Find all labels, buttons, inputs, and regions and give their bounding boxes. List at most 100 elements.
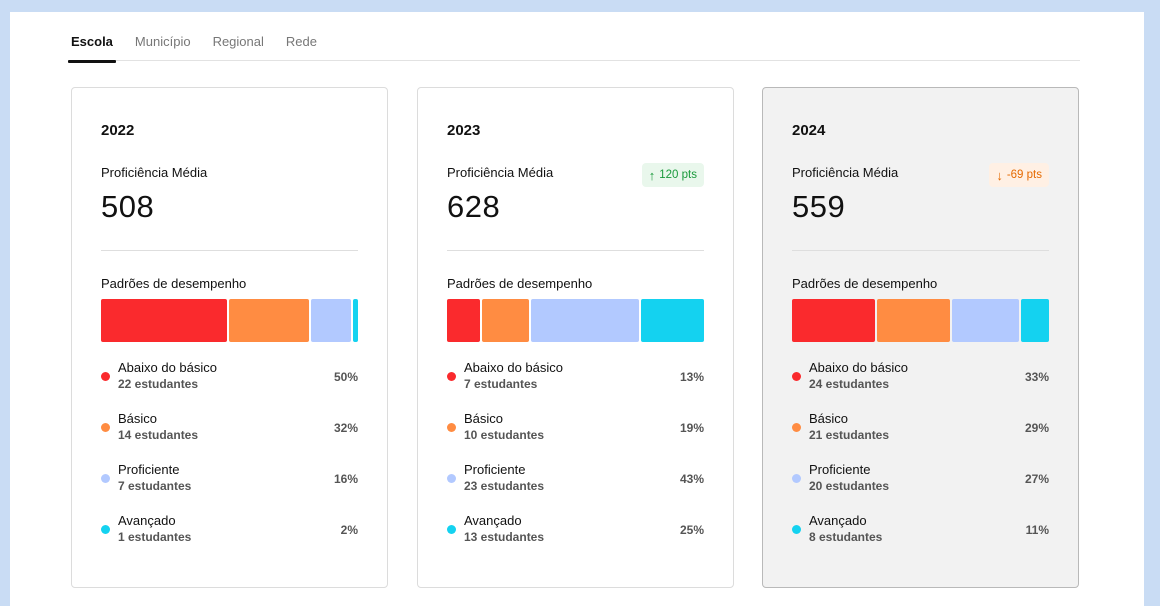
legend-item-abaixo: Abaixo do básico 24 estudantes 33% [792,360,1049,411]
proficiency-label: Proficiência Média [792,165,899,180]
level-percent: 16% [333,472,358,486]
avancado-dot-icon [447,525,456,534]
avancado-dot-icon [101,525,110,534]
performance-legend: Abaixo do básico 7 estudantes 13% Básico… [447,360,704,564]
change-badge: ↓ -69 pts [989,163,1049,187]
change-badge: ↑ 120 pts [641,163,704,187]
level-percent: 27% [1024,472,1049,486]
patterns-label: Padrões de desempenho [792,276,938,291]
year-card-2022[interactable]: 2022 Proficiência Média 508 Padrões de d… [71,87,388,588]
dashboard-panel: Escola Município Regional Rede 2022 Prof… [10,12,1144,606]
card-year: 2022 [101,122,135,139]
abaixo-dot-icon [792,372,801,381]
legend-item-proficiente: Proficiente 23 estudantes 43% [447,462,704,513]
proficiency-value: 508 [101,189,155,224]
basico-dot-icon [101,423,110,432]
level-name: Proficiente [464,462,526,477]
student-count: 8 estudantes [809,530,883,544]
bar-segment-abaixo [792,299,875,342]
level-percent: 29% [1024,421,1049,435]
legend-item-abaixo: Abaixo do básico 22 estudantes 50% [101,360,358,411]
student-count: 21 estudantes [809,428,890,442]
legend-item-basico: Básico 14 estudantes 32% [101,411,358,462]
level-percent: 32% [333,421,358,435]
level-name: Básico [809,411,849,426]
year-card-2023[interactable]: 2023 Proficiência Média ↑ 120 pts 628 Pa… [417,87,734,588]
avancado-dot-icon [792,525,801,534]
level-name: Proficiente [809,462,871,477]
performance-legend: Abaixo do básico 24 estudantes 33% Básic… [792,360,1049,564]
performance-stacked-bar [792,299,1049,342]
performance-stacked-bar [447,299,704,342]
tab-rede[interactable]: Rede [286,32,317,61]
student-count: 10 estudantes [464,428,545,442]
arrow-down-icon: ↓ [996,167,1003,183]
legend-item-proficiente: Proficiente 20 estudantes 27% [792,462,1049,513]
level-name: Avançado [464,513,522,528]
level-name: Abaixo do básico [464,360,564,375]
proficiente-dot-icon [447,474,456,483]
arrow-up-icon: ↑ [648,167,656,183]
proficiente-dot-icon [101,474,110,483]
level-name: Básico [464,411,504,426]
student-count: 14 estudantes [118,428,199,442]
tab-bar: Escola Município Regional Rede [68,32,1080,63]
bar-segment-proficiente [951,299,1020,342]
bar-segment-proficiente [310,299,351,342]
proficiency-label: Proficiência Média [447,165,554,180]
legend-item-avancado: Avançado 1 estudantes 2% [101,513,358,564]
basico-dot-icon [792,423,801,432]
tab-escola[interactable]: Escola [68,32,116,63]
student-count: 7 estudantes [464,377,538,391]
level-percent: 13% [679,370,704,384]
proficiente-dot-icon [792,474,801,483]
bar-segment-abaixo [101,299,227,342]
basico-dot-icon [447,423,456,432]
legend-item-basico: Básico 10 estudantes 19% [447,411,704,462]
bar-segment-avancado [641,299,704,342]
level-name: Abaixo do básico [118,360,218,375]
student-count: 20 estudantes [809,479,890,493]
legend-item-abaixo: Abaixo do básico 7 estudantes 13% [447,360,704,411]
card-divider [447,250,704,251]
bar-segment-abaixo [447,299,480,342]
level-percent: 25% [679,523,704,537]
tab-municipio[interactable]: Município [135,32,191,61]
change-text: 120 pts [659,169,697,181]
level-percent: 19% [679,421,704,435]
legend-item-proficiente: Proficiente 7 estudantes 16% [101,462,358,513]
performance-legend: Abaixo do básico 22 estudantes 50% Básic… [101,360,358,564]
level-percent: 2% [340,523,358,537]
level-percent: 33% [1024,370,1049,384]
level-name: Proficiente [118,462,180,477]
student-count: 1 estudantes [118,530,192,544]
bar-segment-basico [876,299,950,342]
legend-item-avancado: Avançado 13 estudantes 25% [447,513,704,564]
bar-segment-avancado [1021,299,1049,342]
student-count: 13 estudantes [464,530,545,544]
abaixo-dot-icon [101,372,110,381]
student-count: 7 estudantes [118,479,192,493]
abaixo-dot-icon [447,372,456,381]
card-divider [101,250,358,251]
bar-segment-basico [228,299,309,342]
patterns-label: Padrões de desempenho [447,276,593,291]
card-divider [792,250,1049,251]
proficiency-value: 628 [447,189,501,224]
bar-segment-proficiente [531,299,640,342]
level-percent: 50% [333,370,358,384]
level-percent: 43% [679,472,704,486]
legend-item-avancado: Avançado 8 estudantes 11% [792,513,1049,564]
bar-segment-avancado [352,299,358,342]
bar-segment-basico [481,299,530,342]
proficiency-value: 559 [792,189,846,224]
proficiency-label: Proficiência Média [101,165,208,180]
year-card-2024[interactable]: 2024 Proficiência Média ↓ -69 pts 559 Pa… [762,87,1079,588]
tab-regional[interactable]: Regional [213,32,264,61]
level-name: Abaixo do básico [809,360,909,375]
card-year: 2024 [792,122,826,139]
level-name: Avançado [118,513,176,528]
student-count: 22 estudantes [118,377,199,391]
change-text: -69 pts [1006,169,1042,181]
level-name: Avançado [809,513,867,528]
